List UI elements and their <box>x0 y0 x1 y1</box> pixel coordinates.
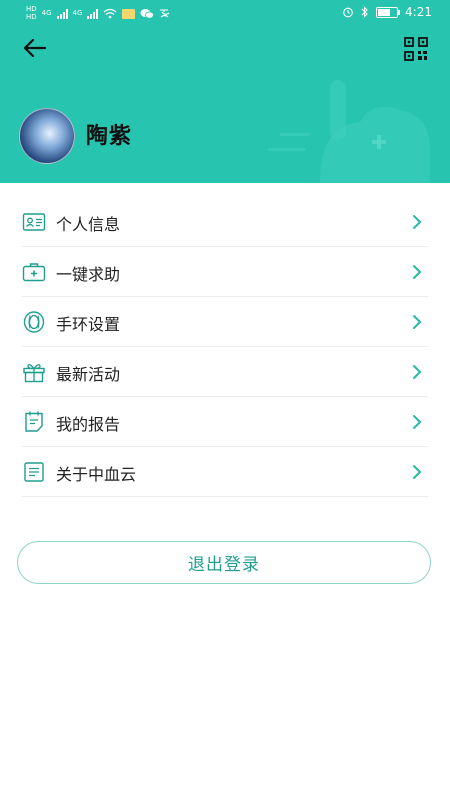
status-bar: HD HD 4G 4G 4:21 <box>0 0 450 26</box>
battery-icon <box>376 6 401 18</box>
wristband-icon <box>23 311 45 333</box>
back-button[interactable] <box>22 37 48 59</box>
menu-label-about: 关于中血云 <box>56 465 137 484</box>
alarm-icon <box>343 7 353 18</box>
chevron-right-icon <box>413 415 422 429</box>
signal-icon <box>56 8 68 19</box>
hd-badge-1: HD <box>26 5 37 13</box>
menu-item-my-reports[interactable]: 我的报告 <box>22 397 428 447</box>
menu-item-wristband-settings[interactable]: 手环设置 <box>22 297 428 347</box>
document-icon <box>24 462 44 482</box>
status-right: 4:21 <box>342 5 432 19</box>
chevron-right-icon <box>413 315 422 329</box>
bluetooth-icon <box>361 6 368 18</box>
logout-button[interactable]: 退出登录 <box>17 541 431 584</box>
qr-code-button[interactable] <box>404 37 428 61</box>
menu-label-wristband-settings: 手环设置 <box>56 315 121 334</box>
menu-item-about[interactable]: 关于中血云 <box>22 447 428 497</box>
menu-label-emergency-help: 一键求助 <box>56 265 121 284</box>
chevron-right-icon <box>413 215 422 229</box>
network-label-2: 4G <box>72 9 83 17</box>
avatar[interactable] <box>19 108 75 164</box>
menu-label-personal-info: 个人信息 <box>56 215 121 234</box>
header-decoration-icon <box>268 80 430 183</box>
network-label-1: 4G <box>41 9 52 17</box>
qr-code-icon <box>404 37 428 61</box>
chevron-right-icon <box>413 265 422 279</box>
menu-item-emergency-help[interactable]: 一键求助 <box>22 247 428 297</box>
menu-item-latest-activities[interactable]: 最新活动 <box>22 347 428 397</box>
wifi-icon <box>104 8 117 19</box>
profile-header: HD HD 4G 4G 4:21 陶紫 <box>0 0 450 183</box>
user-name: 陶紫 <box>86 124 133 149</box>
gift-icon <box>23 364 45 383</box>
chevron-right-icon <box>413 365 422 379</box>
status-left: HD HD 4G 4G <box>26 6 171 21</box>
arrow-left-icon <box>23 38 47 58</box>
status-time: 4:21 <box>405 5 432 19</box>
menu-item-personal-info[interactable]: 个人信息 <box>22 197 428 247</box>
wechat-icon <box>140 9 155 19</box>
settings-menu: 个人信息 一键求助 手环设置 最新活动 我的报告 关于中血云 <box>22 197 428 497</box>
profile-screen: HD HD 4G 4G 4:21 陶紫 个人信息 一键求助 手环设置 最新活动 … <box>0 0 450 800</box>
first-aid-kit-icon <box>22 263 46 282</box>
report-icon <box>25 411 43 432</box>
id-card-icon <box>22 213 46 231</box>
signal-icon-2 <box>87 8 99 19</box>
hd-badge-2: HD <box>26 13 37 21</box>
chevron-right-icon <box>413 465 422 479</box>
menu-label-latest-activities: 最新活动 <box>56 365 121 384</box>
notification-icon <box>122 8 136 19</box>
hd-badges: HD HD <box>26 6 37 21</box>
menu-label-my-reports: 我的报告 <box>56 415 121 434</box>
translate-icon <box>160 9 170 18</box>
